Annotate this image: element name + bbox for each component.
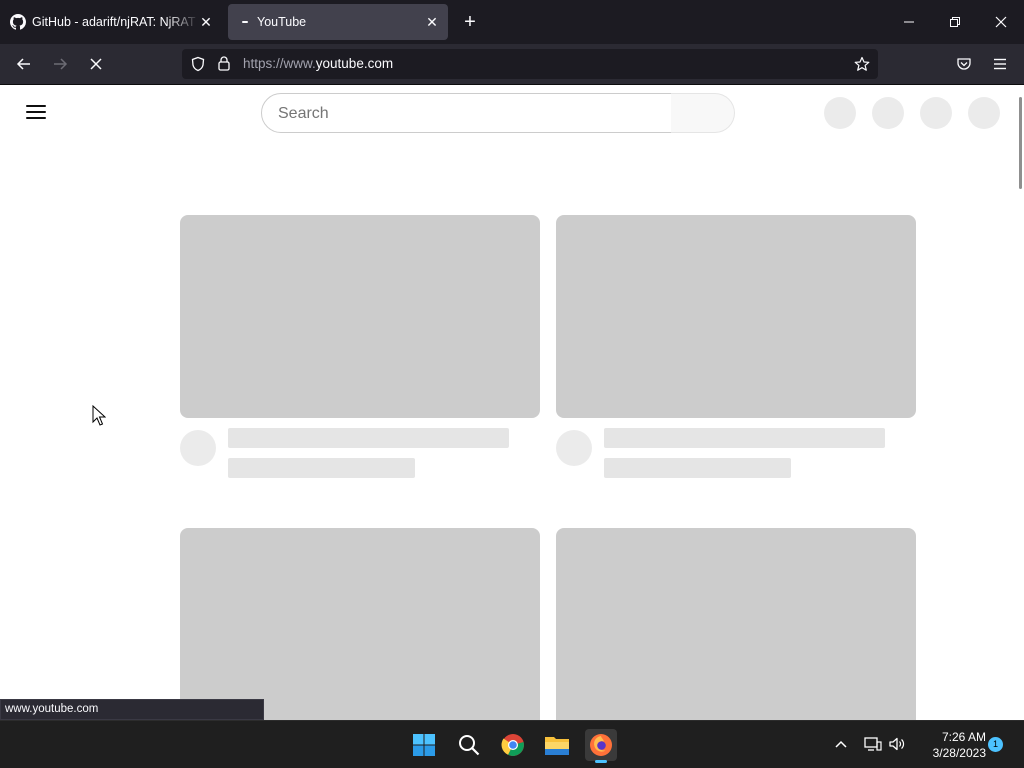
video-meta-skeleton (228, 458, 415, 478)
network-icon[interactable] (864, 736, 882, 752)
channel-avatar-skeleton (556, 430, 592, 466)
mouse-cursor-icon (92, 405, 106, 426)
placeholder-icon[interactable] (824, 97, 856, 129)
firefox-button[interactable] (585, 729, 617, 763)
minimize-icon (904, 21, 914, 23)
address-bar[interactable]: https://www.youtube.com (182, 49, 878, 79)
tab-github[interactable]: GitHub - adarift/njRAT: NjRAT is ✕ (4, 4, 222, 40)
clock-time: 7:26 AM (941, 730, 986, 744)
volume-icon[interactable] (888, 736, 906, 752)
hamburger-menu-icon (994, 58, 1006, 70)
close-icon (995, 16, 1007, 28)
lock-icon[interactable] (217, 55, 231, 71)
menu-button[interactable] (988, 52, 1012, 76)
tab-strip: GitHub - adarift/njRAT: NjRAT is ✕ YouTu… (0, 0, 1024, 44)
clock-date: 3/28/2023 (932, 746, 986, 760)
start-icon (413, 734, 435, 756)
notification-badge[interactable]: 1 (988, 737, 1003, 752)
url-text[interactable]: https://www.youtube.com (243, 56, 393, 71)
stop-button[interactable] (84, 52, 108, 76)
new-tab-button[interactable]: + (458, 10, 482, 34)
channel-avatar-skeleton (180, 430, 216, 466)
bookmark-star-icon[interactable] (854, 56, 870, 72)
file-explorer-button[interactable] (541, 729, 573, 761)
close-tab-icon[interactable]: ✕ (424, 14, 440, 30)
restore-icon (950, 17, 960, 27)
search-placeholder: Search (278, 105, 329, 122)
restore-button[interactable] (932, 0, 978, 44)
tab-github-title: GitHub - adarift/njRAT: NjRAT is (32, 15, 200, 29)
guide-menu-icon[interactable] (26, 105, 46, 121)
chrome-icon (501, 734, 524, 756)
start-button[interactable] (408, 729, 440, 761)
video-meta-skeleton (604, 458, 791, 478)
avatar[interactable] (968, 97, 1000, 129)
tab-youtube-title: YouTube (257, 15, 307, 29)
video-title-skeleton (228, 428, 509, 448)
windows-taskbar: 7:26 AM 3/28/2023 1 (0, 720, 1024, 768)
arrow-left-icon (16, 58, 30, 70)
video-thumbnail-skeleton[interactable] (556, 528, 916, 720)
tab-youtube[interactable]: YouTube ✕ (228, 4, 448, 40)
search-button[interactable] (671, 93, 735, 133)
back-button[interactable] (12, 52, 36, 76)
loading-icon (242, 21, 248, 23)
placeholder-icon[interactable] (920, 97, 952, 129)
page-scrollbar[interactable] (1019, 97, 1022, 189)
arrow-right-icon (54, 58, 68, 70)
chevron-up-icon[interactable] (834, 737, 848, 751)
chrome-button[interactable] (497, 729, 529, 761)
video-thumbnail-skeleton[interactable] (180, 528, 540, 720)
placeholder-icon[interactable] (872, 97, 904, 129)
video-title-skeleton (604, 428, 885, 448)
search-icon (459, 735, 480, 756)
search-input[interactable]: Search (261, 93, 672, 133)
stop-x-icon (90, 58, 102, 70)
file-explorer-icon (545, 737, 569, 755)
forward-button[interactable] (48, 52, 72, 76)
status-link-preview: www.youtube.com (0, 699, 264, 720)
close-window-button[interactable] (978, 0, 1024, 44)
close-tab-icon[interactable]: ✕ (198, 14, 214, 30)
taskbar-search-button[interactable] (453, 729, 485, 761)
firefox-icon (590, 734, 612, 756)
video-thumbnail-skeleton[interactable] (180, 215, 540, 418)
url-host: youtube.com (315, 56, 394, 71)
system-clock[interactable]: 7:26 AM 3/28/2023 (916, 729, 986, 761)
url-prefix: https://www. (243, 56, 316, 71)
pocket-icon (957, 58, 971, 70)
minimize-button[interactable] (886, 0, 932, 44)
video-thumbnail-skeleton[interactable] (556, 215, 916, 418)
tracking-shield-icon[interactable] (190, 56, 206, 72)
github-icon (10, 14, 26, 30)
navigation-toolbar: https://www.youtube.com (0, 44, 1024, 85)
youtube-page: Search (0, 85, 1024, 720)
pocket-button[interactable] (952, 52, 976, 76)
